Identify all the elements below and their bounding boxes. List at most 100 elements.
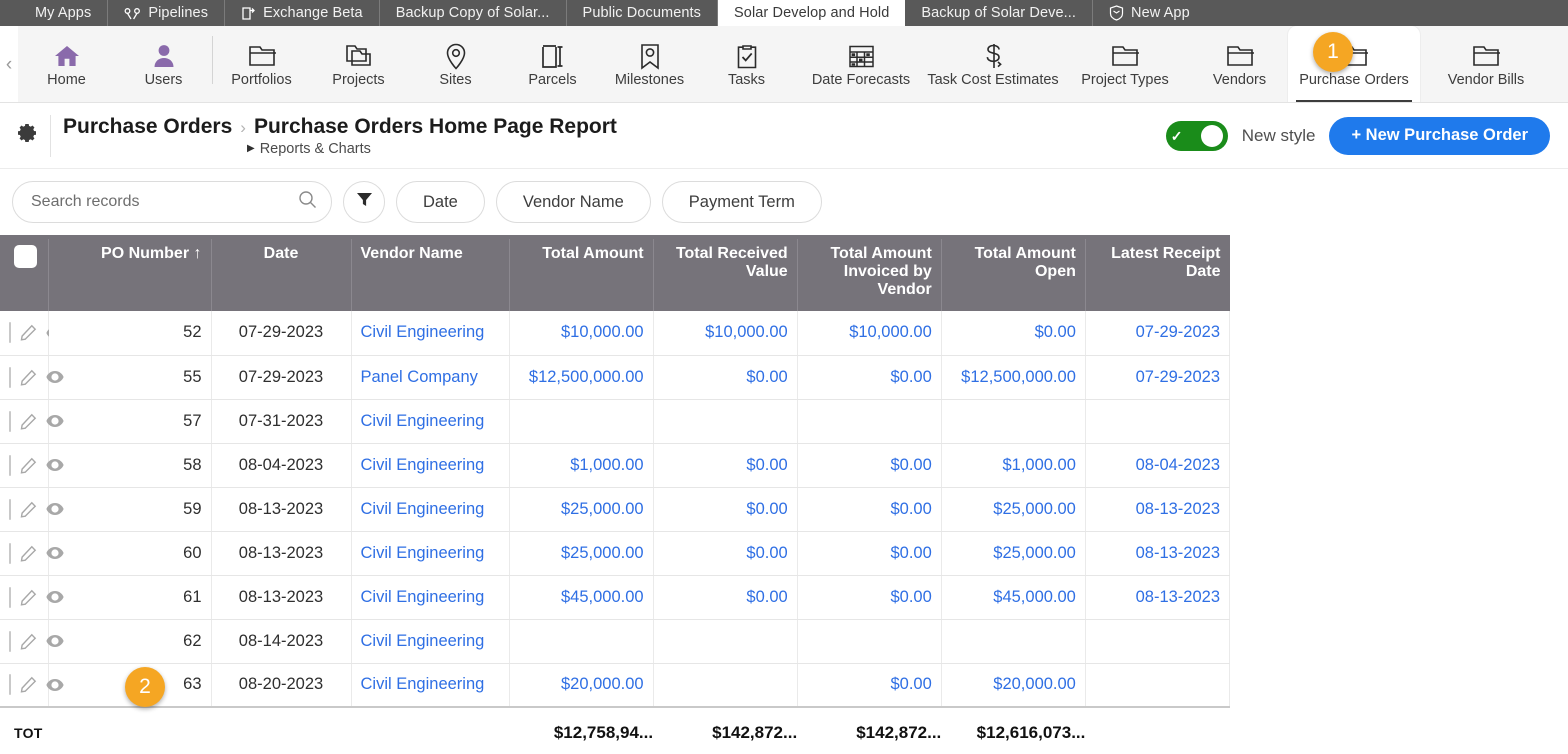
cell-total-amount[interactable] <box>509 619 654 664</box>
cell-total-amount-open[interactable]: $45,000.00 <box>941 575 1086 620</box>
table-row[interactable]: 61 08-13-2023 Civil Engineering $45,000.00 $… <box>0 575 1231 620</box>
cell-vendor-name[interactable]: Civil Engineering <box>351 619 510 664</box>
column-header-vendor-name[interactable]: Vendor Name <box>351 235 510 311</box>
cell-latest-receipt-date[interactable]: 08-13-2023 <box>1085 487 1231 532</box>
cell-vendor-name[interactable]: Civil Engineering <box>351 575 510 620</box>
table-row[interactable]: 57 07-31-2023 Civil Engineering <box>0 399 1231 444</box>
search-input[interactable] <box>31 193 298 211</box>
cell-vendor-name[interactable]: Civil Engineering <box>351 663 510 708</box>
filter-funnel-button[interactable] <box>343 181 385 223</box>
search-icon[interactable] <box>298 190 317 214</box>
cell-total-amount-open[interactable]: $12,500,000.00 <box>941 355 1086 400</box>
column-header-total-received-value[interactable]: Total Received Value <box>653 235 798 311</box>
eye-icon[interactable] <box>46 458 64 472</box>
table-row[interactable]: 58 08-04-2023 Civil Engineering $1,000.00 $0… <box>0 443 1231 488</box>
pencil-icon[interactable] <box>20 545 37 562</box>
cell-total-amount-invoiced[interactable]: $0.00 <box>797 663 942 708</box>
app-tab-pipelines[interactable]: Pipelines <box>108 0 226 26</box>
cell-total-received-value[interactable]: $0.00 <box>653 575 798 620</box>
eye-icon[interactable] <box>46 634 64 648</box>
cell-total-amount-open[interactable]: $0.00 <box>941 311 1086 356</box>
column-header-latest-receipt-date[interactable]: Latest Receipt Date <box>1085 235 1230 311</box>
settings-gear-button[interactable] <box>10 122 44 149</box>
table-row[interactable]: 55 07-29-2023 Panel Company $12,500,000.00 $… <box>0 355 1231 400</box>
column-header-po-number[interactable]: PO Number ↑ <box>48 235 212 311</box>
cell-total-amount-open[interactable] <box>941 619 1086 664</box>
reports-and-charts-toggle[interactable]: ▶ Reports & Charts <box>247 141 1166 157</box>
nav-collapse-button[interactable]: ‹ <box>0 26 18 102</box>
app-tab-solar-develop-and-hold[interactable]: Solar Develop and Hold <box>718 0 906 26</box>
nav-item-projects[interactable]: Projects <box>310 26 407 102</box>
cell-total-amount[interactable]: $45,000.00 <box>509 575 654 620</box>
new-purchase-order-button[interactable]: + New Purchase Order <box>1329 116 1550 155</box>
cell-total-amount[interactable]: $10,000.00 <box>509 311 654 356</box>
row-checkbox[interactable] <box>9 630 11 652</box>
app-tab-backup-copy-of-solar[interactable]: Backup Copy of Solar... <box>380 0 567 26</box>
row-checkbox[interactable] <box>9 586 11 608</box>
column-header-total-amount-invoiced-by-vendor[interactable]: Total Amount Invoiced by Vendor <box>797 235 942 311</box>
nav-item-vendor-bills[interactable]: Vendor Bills <box>1420 26 1552 102</box>
pencil-icon[interactable] <box>20 324 37 341</box>
cell-total-received-value[interactable]: $10,000.00 <box>653 311 798 356</box>
table-row[interactable]: 63 08-20-2023 Civil Engineering $20,000.00 $… <box>0 663 1231 708</box>
filter-pill-payment-term[interactable]: Payment Term <box>661 181 822 223</box>
cell-vendor-name[interactable]: Civil Engineering <box>351 443 510 488</box>
cell-total-amount-invoiced[interactable]: $0.00 <box>797 355 942 400</box>
cell-total-amount-invoiced[interactable] <box>797 399 942 444</box>
select-all-checkbox[interactable] <box>14 245 37 268</box>
cell-latest-receipt-date[interactable]: 08-13-2023 <box>1085 531 1231 576</box>
cell-total-amount-open[interactable]: $25,000.00 <box>941 531 1086 576</box>
row-checkbox[interactable] <box>9 542 11 564</box>
table-row[interactable]: 52 07-29-2023 Civil Engineering $10,000.00 $… <box>0 311 1231 356</box>
nav-item-home[interactable]: Home <box>18 26 115 102</box>
row-checkbox[interactable] <box>9 498 11 520</box>
eye-icon[interactable] <box>46 546 64 560</box>
app-tab-new-app[interactable]: New App <box>1093 0 1206 26</box>
row-checkbox[interactable] <box>9 674 11 696</box>
eye-icon[interactable] <box>46 678 64 692</box>
cell-vendor-name[interactable]: Civil Engineering <box>351 311 510 356</box>
row-checkbox[interactable] <box>9 454 11 476</box>
column-header-select-all[interactable] <box>0 235 49 311</box>
pencil-icon[interactable] <box>20 501 37 518</box>
nav-item-milestones[interactable]: Milestones <box>601 26 698 102</box>
cell-total-amount-invoiced[interactable]: $0.00 <box>797 487 942 532</box>
pencil-icon[interactable] <box>20 589 37 606</box>
cell-latest-receipt-date[interactable]: 08-13-2023 <box>1085 575 1231 620</box>
column-header-total-amount[interactable]: Total Amount <box>509 235 654 311</box>
cell-vendor-name[interactable]: Civil Engineering <box>351 531 510 576</box>
nav-item-task-cost-estimates[interactable]: Task Cost Estimates <box>927 26 1059 102</box>
eye-icon[interactable] <box>46 414 64 428</box>
cell-total-amount-invoiced[interactable]: $10,000.00 <box>797 311 942 356</box>
cell-total-received-value[interactable] <box>653 399 798 444</box>
cell-latest-receipt-date[interactable]: 08-04-2023 <box>1085 443 1231 488</box>
column-header-total-amount-open[interactable]: Total Amount Open <box>941 235 1086 311</box>
cell-total-amount-invoiced[interactable]: $0.00 <box>797 443 942 488</box>
pencil-icon[interactable] <box>20 633 37 650</box>
nav-item-portfolios[interactable]: Portfolios <box>213 26 310 102</box>
cell-total-amount-open[interactable]: $1,000.00 <box>941 443 1086 488</box>
cell-total-amount[interactable]: $1,000.00 <box>509 443 654 488</box>
eye-icon[interactable] <box>46 590 64 604</box>
cell-total-amount-invoiced[interactable] <box>797 619 942 664</box>
new-style-toggle[interactable]: ✓ <box>1165 120 1228 151</box>
cell-total-received-value[interactable]: $0.00 <box>653 355 798 400</box>
nav-item-tasks[interactable]: Tasks <box>698 26 795 102</box>
nav-item-date-forecasts[interactable]: Date Forecasts <box>795 26 927 102</box>
app-tab-public-documents[interactable]: Public Documents <box>567 0 719 26</box>
cell-total-amount-open[interactable] <box>941 399 1086 444</box>
cell-total-amount-invoiced[interactable]: $0.00 <box>797 531 942 576</box>
eye-icon[interactable] <box>46 370 64 384</box>
eye-icon[interactable] <box>46 502 64 516</box>
nav-item-purchase-orders[interactable]: Purchase Orders <box>1288 26 1420 102</box>
cell-total-received-value[interactable] <box>653 663 798 708</box>
column-header-date[interactable]: Date <box>211 235 352 311</box>
cell-total-amount[interactable] <box>509 399 654 444</box>
nav-item-vendors[interactable]: Vendors <box>1191 26 1288 102</box>
row-checkbox[interactable] <box>9 322 11 344</box>
filter-pill-vendor-name[interactable]: Vendor Name <box>495 181 651 223</box>
cell-total-amount-open[interactable]: $25,000.00 <box>941 487 1086 532</box>
cell-vendor-name[interactable]: Panel Company <box>351 355 510 400</box>
cell-latest-receipt-date[interactable] <box>1085 399 1231 444</box>
app-tab-my-apps[interactable]: My Apps <box>0 0 109 26</box>
